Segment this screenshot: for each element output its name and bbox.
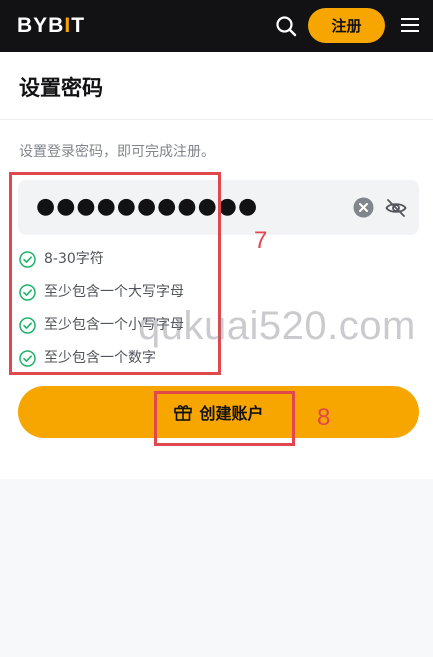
eye-off-icon[interactable]	[384, 196, 408, 220]
logo-suffix: T	[71, 14, 86, 37]
menu-icon[interactable]	[401, 17, 419, 33]
title-divider	[0, 119, 433, 120]
watermark: qukuai520.com	[138, 304, 416, 348]
top-nav-bar: BYB I T 注册	[0, 0, 433, 52]
bybit-logo[interactable]: BYB I T	[17, 14, 85, 38]
annotation-box-8	[154, 391, 295, 446]
logo-highlight: I	[64, 14, 72, 37]
annotation-number-8: 8	[317, 404, 331, 431]
register-button[interactable]: 注册	[308, 8, 385, 43]
annotation-number-7: 7	[254, 227, 268, 254]
logo-prefix: BYB	[17, 14, 65, 37]
page-subtitle: 设置登录密码，即可完成注册。	[19, 144, 215, 160]
search-icon[interactable]	[275, 15, 297, 37]
clear-icon[interactable]	[353, 197, 374, 218]
register-button-label: 注册	[331, 17, 362, 35]
page-title: 设置密码	[19, 76, 103, 100]
